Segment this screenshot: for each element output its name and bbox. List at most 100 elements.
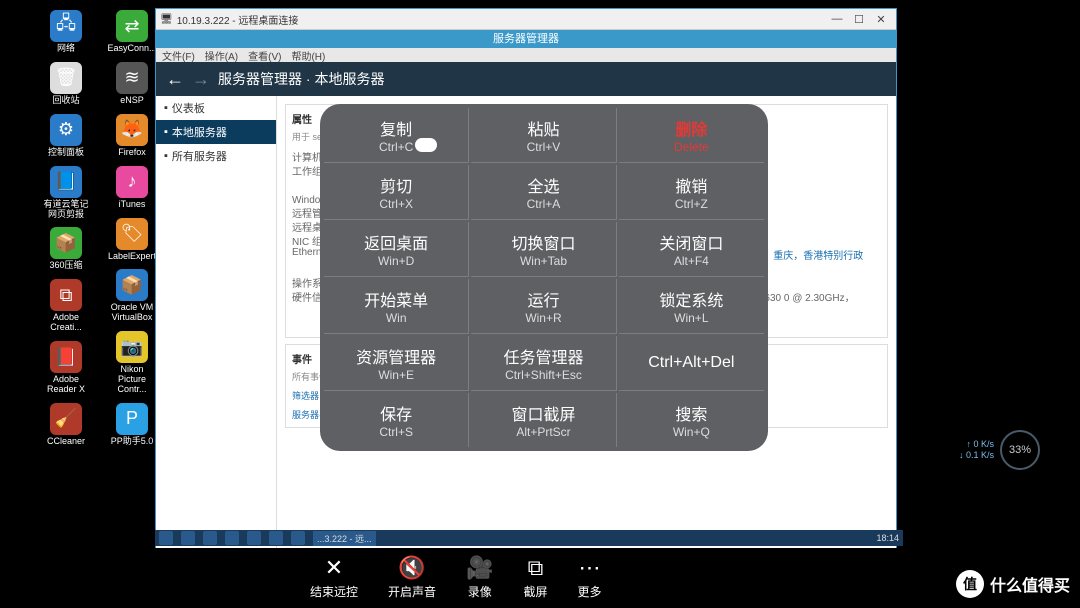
close-button[interactable]: ✕ (870, 13, 892, 26)
taskbar-icon[interactable] (291, 531, 305, 545)
app-icon: P (116, 403, 148, 435)
shortcut-name: 粘贴 (527, 116, 559, 140)
shortcut-cell[interactable]: 切换窗口 Win+Tab (471, 222, 616, 277)
shortcut-cell[interactable]: 窗口截屏 Alt+PrtScr (471, 393, 616, 447)
desktop-icon[interactable]: 📦 Oracle VM VirtualBox (106, 269, 158, 323)
shortcut-key: Win (386, 311, 407, 325)
remote-taskbar[interactable]: ...3.222 - 远... 18:14 (155, 530, 903, 546)
shortcut-key: Ctrl+X (379, 197, 413, 211)
shortcut-cell[interactable]: 撤销 Ctrl+Z (619, 165, 764, 220)
desktop-icon-label: Nikon Picture Contr... (106, 365, 158, 395)
app-icon: ⧉ (50, 279, 82, 311)
control-icon: ✕ (325, 555, 343, 581)
sidebar-item[interactable]: ▪ 所有服务器 (156, 144, 276, 168)
minimize-button[interactable]: — (826, 13, 848, 25)
shortcut-name: 运行 (527, 287, 559, 311)
net-upload: 0 K/s (973, 439, 994, 449)
sidebar-item[interactable]: ▪ 仪表板 (156, 96, 276, 120)
shortcut-cell[interactable]: 复制 Ctrl+C (324, 108, 469, 163)
shortcut-name: Ctrl+Alt+Del (648, 354, 734, 372)
shortcut-key: Delete (674, 140, 709, 154)
desktop-icon[interactable]: 📷 Nikon Picture Contr... (106, 331, 158, 395)
menu-item[interactable]: 文件(F) (162, 48, 195, 62)
shortcut-cell[interactable]: 锁定系统 Win+L (619, 279, 764, 334)
taskbar-icon[interactable] (181, 531, 195, 545)
shortcut-key: Alt+PrtScr (516, 425, 570, 439)
shortcut-cell[interactable]: 资源管理器 Win+E (324, 336, 469, 391)
shortcut-name: 撤销 (675, 173, 707, 197)
network-widget[interactable]: ↑ 0 K/s ↓ 0.1 K/s 33% (959, 430, 1040, 470)
menu-item[interactable]: 查看(V) (248, 48, 281, 62)
rdp-titlebar[interactable]: 🖥 10.19.3.222 - 远程桌面连接 — ☐ ✕ (156, 9, 896, 30)
shortcut-name: 搜索 (675, 401, 707, 425)
shortcut-cell[interactable]: 关闭窗口 Alt+F4 (619, 222, 764, 277)
shortcut-cell[interactable]: 保存 Ctrl+S (324, 393, 469, 447)
desktop-icon[interactable]: ⇄ EasyConn... (106, 10, 158, 54)
control-button[interactable]: 🔇 开启声音 (388, 555, 436, 600)
shortcut-cell[interactable]: Ctrl+Alt+Del (619, 336, 764, 391)
shortcut-cell[interactable]: 剪切 Ctrl+X (324, 165, 469, 220)
desktop-icon[interactable]: 🏷 LabelExpert (106, 218, 158, 262)
desktop-icon[interactable]: 🗑 回收站 (40, 62, 92, 106)
sidebar-item[interactable]: ▪ 本地服务器 (156, 120, 276, 144)
maximize-button[interactable]: ☐ (848, 13, 870, 26)
taskbar-icon[interactable] (225, 531, 239, 545)
taskbar-icon[interactable] (247, 531, 261, 545)
desktop-icon-label: EasyConn... (107, 44, 156, 54)
desktop-icon[interactable]: P PP助手5.0 (106, 403, 158, 447)
desktop-icon[interactable]: 🧹 CCleaner (40, 403, 92, 447)
watermark: 值 什么值得买 (956, 570, 1070, 598)
desktop-icon[interactable]: ⚙ 控制面板 (40, 114, 92, 158)
shortcut-key: Win+D (378, 254, 414, 268)
taskbar-icon[interactable] (269, 531, 283, 545)
shortcut-cell[interactable]: 全选 Ctrl+A (471, 165, 616, 220)
desktop-icon[interactable]: ⧉ Adobe Creati... (40, 279, 92, 333)
desktop-icon[interactable]: ♪ iTunes (106, 166, 158, 210)
shortcut-name: 保存 (380, 401, 412, 425)
inner-window-title: 服务器管理器 (156, 30, 896, 48)
desktop-icons: 🖧 网络 🗑 回收站 ⚙ 控制面板 📘 有道云笔记网页剪报 📦 360压缩 ⧉ … (40, 10, 158, 447)
app-icon: ≋ (116, 62, 148, 94)
rdp-icon: 🖥 (160, 14, 173, 25)
menu-item[interactable]: 帮助(H) (291, 48, 325, 62)
remote-control-bar: ✕ 结束远控 🔇 开启声音 🎥 录像 ⧉ 截屏 ⋯ 更多 (310, 555, 601, 600)
desktop-icon[interactable]: 📕 Adobe Reader X (40, 341, 92, 395)
taskbar-running-item[interactable]: ...3.222 - 远... (313, 531, 376, 546)
rdp-title: 10.19.3.222 - 远程桌面连接 (177, 12, 299, 27)
shortcut-cell[interactable]: 运行 Win+R (471, 279, 616, 334)
control-button[interactable]: ⧉ 截屏 (523, 555, 547, 600)
desktop-icon-label: 有道云笔记网页剪报 (40, 200, 92, 220)
desktop-icon-label: 网络 (57, 44, 75, 54)
forward-arrow-icon[interactable]: → (192, 69, 210, 90)
shortcut-cell[interactable]: 任务管理器 Ctrl+Shift+Esc (471, 336, 616, 391)
shortcut-cell[interactable]: 返回桌面 Win+D (324, 222, 469, 277)
desktop-icon[interactable]: 🖧 网络 (40, 10, 92, 54)
app-icon: ⇄ (116, 10, 148, 42)
control-button[interactable]: ✕ 结束远控 (310, 555, 358, 600)
shortcut-cell[interactable]: 搜索 Win+Q (619, 393, 764, 447)
menu-item[interactable]: 操作(A) (205, 48, 238, 62)
desktop-icon-label: Adobe Creati... (40, 313, 92, 333)
app-icon: 🧹 (50, 403, 82, 435)
desktop-icon[interactable]: 📦 360压缩 (40, 227, 92, 271)
control-button[interactable]: ⋯ 更多 (577, 555, 601, 600)
desktop-icon-label: 360压缩 (49, 261, 82, 271)
desktop-icon[interactable]: ≋ eNSP (106, 62, 158, 106)
taskbar-icon[interactable] (203, 531, 217, 545)
shortcut-key: Win+L (674, 311, 708, 325)
shortcut-cell[interactable]: 粘贴 Ctrl+V (471, 108, 616, 163)
shortcut-cell[interactable]: 删除 Delete (619, 108, 764, 163)
start-button[interactable] (159, 531, 173, 545)
shortcut-key: Win+Q (673, 425, 710, 439)
control-button[interactable]: 🎥 录像 (466, 555, 493, 600)
header-breadcrumb: 服务器管理器 · 本地服务器 (218, 69, 384, 89)
control-label: 更多 (577, 583, 601, 600)
shortcut-key: Ctrl+S (379, 425, 413, 439)
shortcut-name: 剪切 (380, 173, 412, 197)
desktop-icon[interactable]: 🦊 Firefox (106, 114, 158, 158)
desktop-icon[interactable]: 📘 有道云笔记网页剪报 (40, 166, 92, 220)
back-arrow-icon[interactable]: ← (166, 69, 184, 90)
filter-label[interactable]: 筛选器 (292, 389, 319, 402)
shortcut-cell[interactable]: 开始菜单 Win (324, 279, 469, 334)
desktop-icon-label: Adobe Reader X (40, 375, 92, 395)
